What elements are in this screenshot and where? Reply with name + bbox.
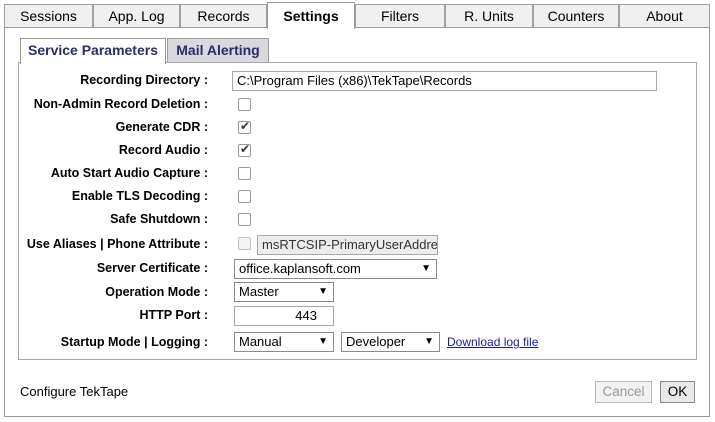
non-admin-record-deletion-label: Non-Admin Record Deletion : bbox=[33, 97, 208, 111]
tab-records[interactable]: Records bbox=[180, 4, 267, 28]
auto-start-audio-capture-checkbox[interactable] bbox=[238, 167, 251, 180]
http-port-input[interactable]: 443 bbox=[234, 306, 334, 326]
tab-sessions[interactable]: Sessions bbox=[4, 4, 93, 28]
operation-mode-select[interactable]: Master ▼ bbox=[234, 282, 334, 302]
logging-select[interactable]: Developer ▼ bbox=[341, 332, 440, 352]
auto-start-audio-capture-label: Auto Start Audio Capture : bbox=[50, 166, 208, 180]
phone-attribute-input[interactable]: msRTCSIP-PrimaryUserAddre bbox=[257, 235, 438, 255]
use-aliases-label: Use Aliases | Phone Attribute : bbox=[26, 237, 208, 251]
chevron-down-icon: ▼ bbox=[421, 263, 431, 274]
tab-r-units[interactable]: R. Units bbox=[445, 4, 533, 28]
main-tab-bar: Sessions App. Log Records Settings Filte… bbox=[4, 2, 710, 29]
chevron-down-icon: ▼ bbox=[318, 286, 328, 297]
startup-mode-select[interactable]: Manual ▼ bbox=[234, 332, 334, 352]
download-log-file-link[interactable]: Download log file bbox=[447, 335, 538, 349]
generate-cdr-label: Generate CDR : bbox=[115, 120, 208, 134]
startup-logging-label: Startup Mode | Logging : bbox=[60, 335, 208, 349]
server-certificate-select[interactable]: office.kaplansoft.com ▼ bbox=[234, 259, 437, 279]
startup-mode-value: Manual bbox=[239, 334, 282, 349]
chevron-down-icon: ▼ bbox=[424, 336, 434, 347]
tab-settings[interactable]: Settings bbox=[267, 2, 355, 29]
use-aliases-checkbox[interactable] bbox=[238, 237, 251, 250]
server-certificate-label: Server Certificate : bbox=[96, 261, 208, 275]
safe-shutdown-label: Safe Shutdown : bbox=[110, 212, 208, 226]
chevron-down-icon: ▼ bbox=[318, 336, 328, 347]
safe-shutdown-checkbox[interactable] bbox=[238, 213, 251, 226]
record-audio-checkbox[interactable] bbox=[238, 142, 251, 157]
server-certificate-value: office.kaplansoft.com bbox=[239, 261, 361, 276]
tab-filters[interactable]: Filters bbox=[355, 4, 445, 28]
tab-about[interactable]: About bbox=[619, 4, 710, 28]
subtab-service-parameters[interactable]: Service Parameters bbox=[20, 38, 166, 64]
tab-app-log[interactable]: App. Log bbox=[93, 4, 180, 28]
operation-mode-label: Operation Mode : bbox=[105, 285, 208, 299]
ok-button[interactable]: OK bbox=[660, 381, 695, 403]
enable-tls-decoding-label: Enable TLS Decoding : bbox=[71, 189, 208, 203]
service-parameters-form: Recording Directory : C:\Program Files (… bbox=[18, 62, 697, 360]
enable-tls-decoding-checkbox[interactable] bbox=[238, 190, 251, 203]
tab-counters[interactable]: Counters bbox=[533, 4, 619, 28]
non-admin-record-deletion-checkbox[interactable] bbox=[238, 98, 251, 111]
subtab-mail-alerting[interactable]: Mail Alerting bbox=[167, 38, 269, 63]
logging-value: Developer bbox=[346, 334, 406, 349]
operation-mode-value: Master bbox=[239, 284, 279, 299]
record-audio-label: Record Audio : bbox=[118, 143, 208, 157]
generate-cdr-checkbox[interactable] bbox=[238, 119, 251, 134]
recording-directory-label: Recording Directory : bbox=[80, 73, 208, 87]
cancel-button[interactable]: Cancel bbox=[595, 381, 652, 403]
http-port-label: HTTP Port : bbox=[139, 308, 208, 322]
status-text: Configure TekTape bbox=[20, 384, 129, 399]
recording-directory-input[interactable]: C:\Program Files (x86)\TekTape\Records bbox=[232, 71, 657, 91]
